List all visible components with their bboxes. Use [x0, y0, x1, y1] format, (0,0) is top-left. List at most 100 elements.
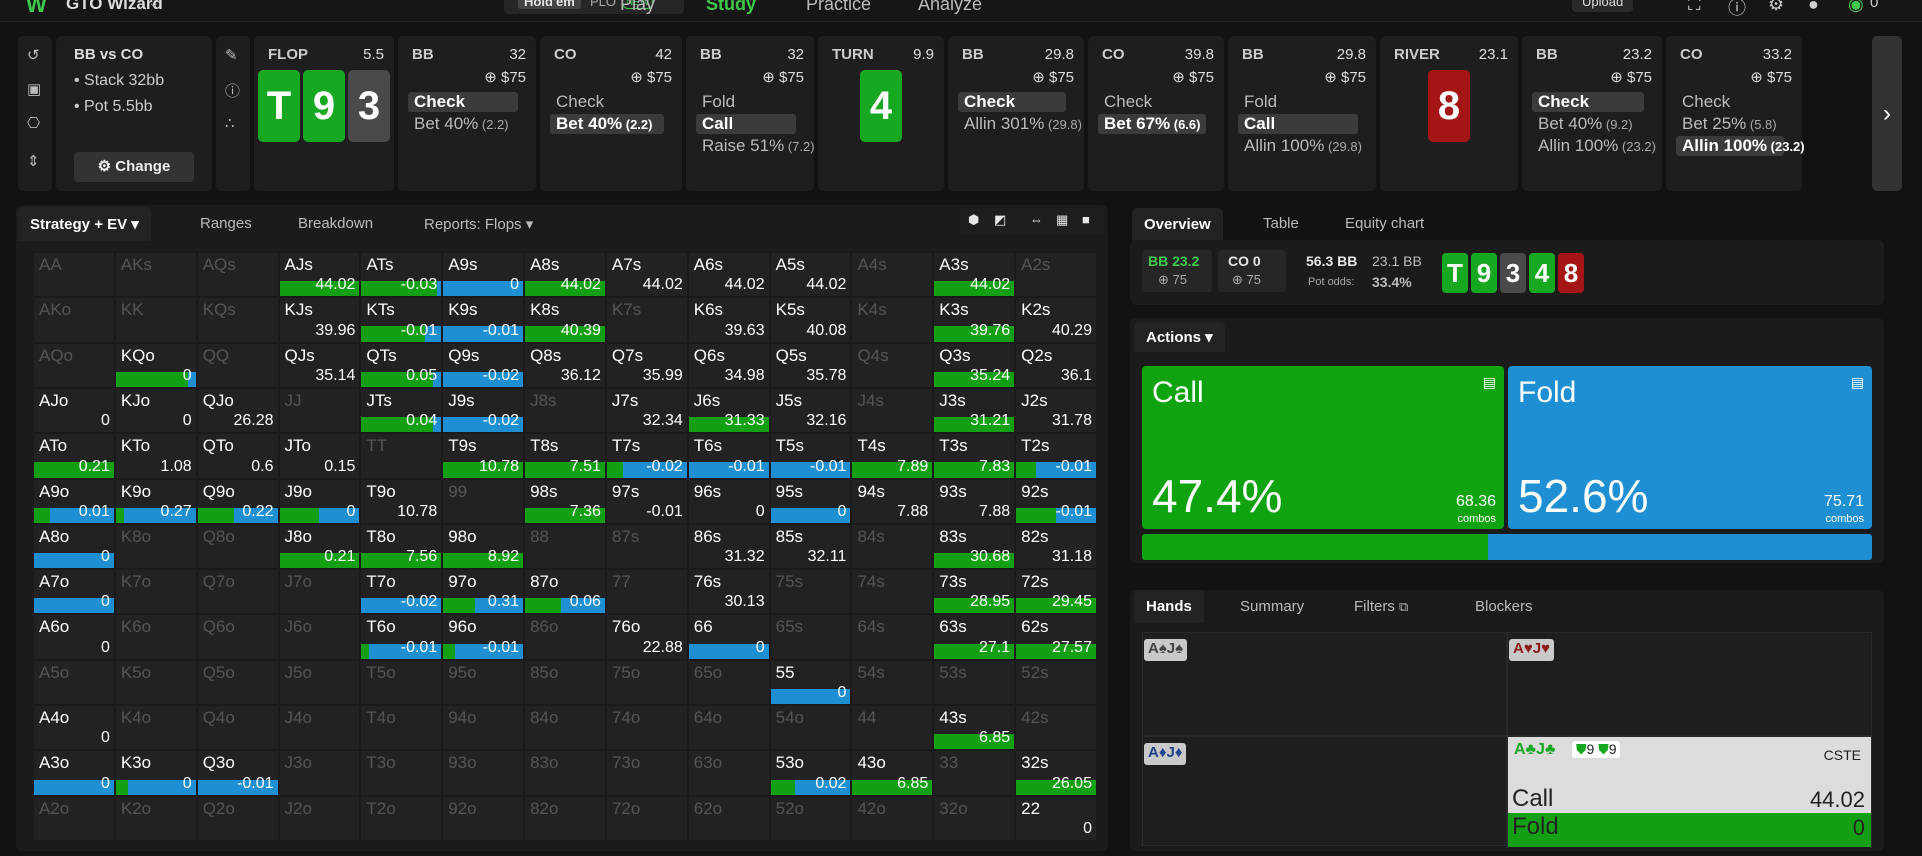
hand-cell[interactable]: A8s 44.02 [524, 252, 606, 298]
action-option[interactable]: Bet 67% (6.6) [1098, 114, 1206, 134]
hand-cell[interactable]: T2o [360, 795, 443, 841]
hand-cell[interactable]: K5s 40.08 [769, 297, 852, 343]
hand-cell[interactable]: A9s 0 [442, 252, 525, 298]
street-card[interactable]: CO 42 ⊕ $75 Check Bet 40% (2.2) [540, 36, 682, 191]
street-card[interactable]: TURN 9.9 4 [818, 36, 944, 191]
hand-cell[interactable]: 84s [851, 523, 934, 570]
hand-cell[interactable]: 92s -0.01 [1015, 478, 1097, 524]
hand-cell[interactable]: T3s 7.83 [933, 433, 1016, 479]
hand-card[interactable]: A♠J♠ [1142, 632, 1507, 736]
upload-button[interactable]: Upload [1572, 0, 1634, 12]
hand-cell[interactable]: AQo [33, 342, 115, 388]
hand-cell[interactable]: 33 [933, 750, 1016, 796]
hand-cell[interactable]: Q3s 35.24 [933, 342, 1016, 388]
hand-cell[interactable]: JTs 0.04 [360, 387, 443, 434]
hand-cell[interactable]: K9o 0.27 [114, 478, 197, 524]
tab-table[interactable]: Table [1263, 215, 1299, 232]
reset-icon[interactable]: ↺ [27, 46, 40, 64]
hand-cell[interactable]: K6o [114, 614, 197, 660]
hand-cell[interactable]: A4o 0 [33, 705, 115, 751]
hand-cell[interactable]: 96s 0 [687, 478, 770, 524]
hand-cell[interactable]: 99 [442, 478, 525, 524]
hand-cell[interactable]: J9s -0.02 [442, 387, 525, 434]
hand-cell[interactable]: TT [360, 433, 443, 479]
hand-cell[interactable]: 86s 31.32 [687, 523, 770, 570]
hand-cell[interactable]: J9o 0 [278, 478, 361, 524]
hand-cell[interactable]: A7s 44.02 [605, 252, 688, 298]
hand-cell[interactable]: 75s [769, 569, 852, 615]
coins-icon[interactable]: ◉ [1848, 0, 1864, 15]
hand-cell[interactable]: 84o [524, 705, 606, 751]
hand-cell[interactable]: 98o 8.92 [442, 523, 525, 570]
hand-cell[interactable]: Q3o -0.01 [196, 750, 279, 796]
tab-overview[interactable]: Overview [1132, 208, 1223, 241]
hand-cell[interactable]: Q4o [196, 705, 279, 751]
hand-cell[interactable]: 98s 7.36 [524, 478, 606, 524]
screenshot-icon[interactable]: ⛶ [1688, 0, 1701, 15]
hand-cell[interactable]: 93o [442, 750, 525, 796]
hand-cell[interactable]: T2s -0.01 [1015, 433, 1097, 479]
game-mode-toggle[interactable]: Hold'em PLO NEW [504, 0, 684, 14]
edit-icon[interactable]: ✎ [225, 46, 238, 64]
hand-cell[interactable]: K9s -0.01 [442, 297, 525, 343]
hand-cell[interactable]: QJo 26.28 [196, 387, 279, 434]
street-card[interactable]: BB 23.2 ⊕ $75 Check Bet 40% (9.2) Allin 100% … [1522, 36, 1662, 191]
hand-cell[interactable]: A2s [1015, 252, 1097, 298]
action-option[interactable]: Check [550, 92, 664, 112]
hand-cell[interactable]: A3s 44.02 [933, 252, 1016, 298]
hand-cell[interactable]: T8s 7.51 [524, 433, 606, 479]
nav-play[interactable]: Play [620, 0, 655, 15]
hand-cell[interactable]: KQs [196, 297, 279, 343]
hand-cell[interactable]: T7s -0.02 [605, 433, 688, 479]
hand-cell[interactable]: J3s 31.21 [933, 387, 1016, 434]
hand-cell[interactable]: QTo 0.6 [196, 433, 279, 479]
street-card[interactable]: BB 32 ⊕ $75 Check Bet 40% (2.2) [398, 36, 536, 191]
hand-cell[interactable]: Q6s 34.98 [687, 342, 770, 388]
hand-card[interactable]: A♦J♦ [1142, 736, 1507, 846]
hand-cell[interactable]: 66 0 [687, 614, 770, 660]
hand-cell[interactable]: A2o [33, 795, 115, 841]
hand-cell[interactable]: J7s 32.34 [605, 387, 688, 434]
street-card[interactable]: BB 29.8 ⊕ $75 Check Allin 301% (29.8) [948, 36, 1084, 191]
hand-cell[interactable]: AQs [196, 252, 279, 298]
action-option[interactable]: Bet 40% (2.2) [408, 114, 518, 134]
hand-cell[interactable]: T5s -0.01 [769, 433, 852, 479]
hand-cell[interactable]: A3o 0 [33, 750, 115, 796]
hand-cell[interactable]: 97o 0.31 [442, 569, 525, 615]
tab-blockers[interactable]: Blockers [1475, 598, 1533, 615]
action-option[interactable]: Raise 51% (7.2) [696, 136, 815, 156]
hand-cell[interactable]: Q5s 35.78 [769, 342, 852, 388]
hand-cell[interactable]: KJo 0 [114, 387, 197, 434]
hand-cell[interactable]: QJs 35.14 [278, 342, 361, 388]
hand-cell[interactable]: 87s [605, 523, 688, 570]
hand-cell[interactable]: 97s -0.01 [605, 478, 688, 524]
dots-icon[interactable]: ∴ [225, 114, 235, 132]
hand-cell[interactable]: KQo 0 [114, 342, 197, 388]
hand-cell[interactable]: T9s 10.78 [442, 433, 525, 479]
hand-cell[interactable]: K5o [114, 659, 197, 706]
hand-cell[interactable]: T3o [360, 750, 443, 796]
mode-holdem[interactable]: Hold'em [518, 0, 581, 9]
hand-cell[interactable]: J5o [278, 659, 361, 706]
action-option[interactable]: Check [958, 92, 1066, 112]
hand-cell[interactable]: Q7o [196, 569, 279, 615]
hand-cell[interactable]: 82o [524, 795, 606, 841]
logo-icon[interactable]: W [26, 0, 47, 18]
grid-icon[interactable]: ▦ [1056, 212, 1068, 228]
hand-cell[interactable]: 63s 27.1 [933, 614, 1016, 660]
gamepad-icon[interactable]: ⎔ [27, 114, 40, 132]
street-card[interactable]: BB 29.8 ⊕ $75 Fold Call Allin 100% (29.8) [1228, 36, 1376, 191]
hand-cell[interactable]: 76o 22.88 [605, 614, 688, 660]
hand-cell[interactable]: 32s 26.05 [1015, 750, 1097, 796]
hand-cell[interactable]: K8o [114, 523, 197, 570]
action-option[interactable]: Check [1098, 92, 1206, 112]
change-button[interactable]: ⚙ Change [74, 152, 194, 182]
square-icon[interactable]: ■ [1082, 212, 1090, 227]
hand-cell[interactable]: 62s 27.57 [1015, 614, 1097, 660]
street-card[interactable]: CO 33.2 ⊕ $75 Check Bet 25% (5.8) Allin 100% … [1666, 36, 1805, 191]
hand-cell[interactable]: 93s 7.88 [933, 478, 1016, 524]
hand-cell[interactable]: K4s [851, 297, 934, 343]
hand-cell[interactable]: K7s [605, 297, 688, 343]
hand-cell[interactable]: 82s 31.18 [1015, 523, 1097, 570]
tab-filters[interactable]: Filters ⧉ [1354, 598, 1408, 615]
